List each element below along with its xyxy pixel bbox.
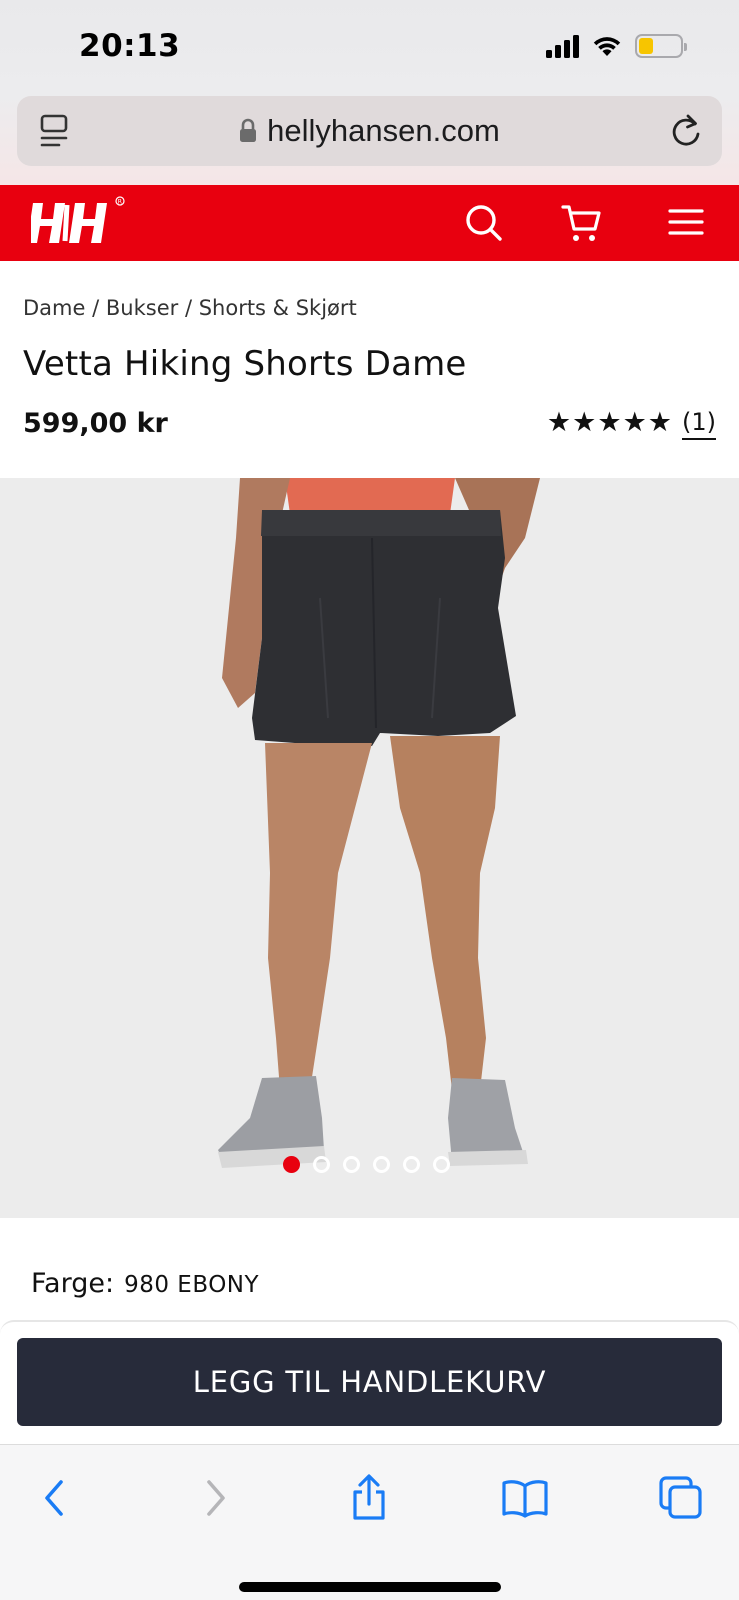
back-icon[interactable] — [30, 1473, 80, 1523]
status-bar: 20:13 — [0, 0, 739, 94]
brand-logo[interactable]: R — [31, 193, 131, 248]
cart-icon[interactable] — [560, 201, 604, 245]
status-icons — [546, 34, 687, 58]
forward-icon[interactable] — [190, 1473, 240, 1523]
browser-toolbar — [0, 1444, 739, 1600]
product-price: 599,00 kr — [23, 408, 168, 439]
url-text[interactable]: hellyhansen.com — [267, 113, 500, 149]
carousel-dots — [283, 1156, 450, 1173]
signal-icon — [546, 34, 579, 58]
breadcrumb-separator: / — [92, 296, 106, 320]
battery-level — [639, 38, 653, 54]
product-image-carousel[interactable] — [0, 478, 739, 1218]
product-photo — [0, 478, 739, 1218]
status-time: 20:13 — [79, 28, 181, 64]
search-icon[interactable] — [462, 201, 506, 245]
carousel-dot[interactable] — [343, 1156, 360, 1173]
carousel-dot[interactable] — [373, 1156, 390, 1173]
breadcrumb: Dame / Bukser / Shorts & Skjørt — [23, 296, 357, 320]
bookmarks-icon[interactable] — [500, 1473, 550, 1523]
breadcrumb-item[interactable]: Shorts & Skjørt — [199, 296, 357, 320]
reload-icon[interactable] — [668, 112, 704, 150]
star-icon: ★ — [597, 406, 622, 437]
tabs-icon[interactable] — [656, 1473, 706, 1523]
share-icon[interactable] — [344, 1473, 394, 1523]
svg-text:R: R — [118, 198, 122, 205]
rating-stars: ★ ★ ★ ★ ★ — [546, 406, 672, 437]
browser-address-area: hellyhansen.com — [0, 94, 739, 185]
color-value: 980 EBONY — [124, 1272, 260, 1298]
carousel-dot[interactable] — [313, 1156, 330, 1173]
carousel-dot[interactable] — [283, 1156, 300, 1173]
breadcrumb-item[interactable]: Dame — [23, 296, 85, 320]
wifi-icon — [593, 37, 621, 56]
star-icon: ★ — [622, 406, 647, 437]
review-count-link[interactable]: (1) — [682, 408, 716, 436]
home-indicator — [239, 1582, 501, 1592]
menu-icon[interactable] — [664, 201, 708, 245]
star-icon: ★ — [647, 406, 672, 437]
add-to-cart-panel: LEGG TIL HANDLEKURV — [0, 1320, 739, 1444]
lock-icon — [240, 118, 257, 142]
breadcrumb-separator: / — [184, 296, 199, 320]
star-icon: ★ — [572, 406, 597, 437]
color-label: Farge: — [31, 1268, 115, 1299]
site-header: R — [0, 185, 739, 261]
address-bar[interactable]: hellyhansen.com — [17, 96, 722, 166]
breadcrumb-item[interactable]: Bukser — [106, 296, 178, 320]
product-title: Vetta Hiking Shorts Dame — [23, 344, 467, 384]
carousel-dot[interactable] — [403, 1156, 420, 1173]
product-rating[interactable]: ★ ★ ★ ★ ★ (1) — [547, 408, 716, 436]
add-to-cart-button[interactable]: LEGG TIL HANDLEKURV — [17, 1338, 722, 1426]
carousel-dot[interactable] — [433, 1156, 450, 1173]
color-row: Farge: 980 EBONY — [31, 1268, 259, 1299]
battery-icon — [635, 34, 687, 58]
star-icon: ★ — [546, 406, 572, 437]
